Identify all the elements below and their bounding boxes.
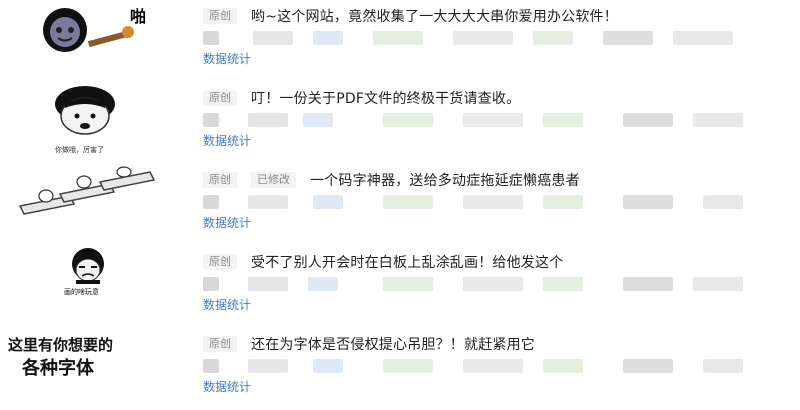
typing-keyboards-icon [18,166,156,215]
blurred-article-info [203,31,763,45]
stats-link[interactable]: 数据统计 [203,296,251,313]
original-tag: 原创 [203,336,237,352]
article-row[interactable]: 画的啥玩意 原创 受不了别人开会时在白板上乱涂乱画！给他发这个 数据统计 [0,246,800,328]
original-tag: 原创 [203,172,237,188]
blurred-article-info [203,195,763,209]
thumb-caption: 啪 [130,7,146,26]
article-list: 啪 原创 哟~这个网站，竟然收集了一大大大大串你爱用办公软件！ 数据统计 你做哦… [0,0,800,400]
blurred-article-info [203,113,763,127]
thumb-caption-line2: 各种字体 [21,357,95,379]
article-title-link[interactable]: 一个码字神器，送给多动症拖延症懒癌患者 [310,170,580,190]
article-thumbnail[interactable] [0,164,190,246]
blurred-article-info [203,359,763,373]
bowl-cut-face-icon: 你做哦，厉害了 [55,86,115,154]
thumb-caption: 你做哦，厉害了 [55,145,104,154]
stats-link[interactable]: 数据统计 [203,132,251,149]
article-title-link[interactable]: 哟~这个网站，竟然收集了一大大大大串你爱用办公软件！ [251,6,618,26]
original-tag: 原创 [203,254,237,270]
stats-link[interactable]: 数据统计 [203,378,251,395]
article-row[interactable]: 原创 已修改 一个码字神器，送给多动症拖延症懒癌患者 数据统计 [0,164,800,246]
article-row[interactable]: 这里有你想要的 各种字体 原创 还在为字体是否侵权提心吊胆？！就赶紧用它 数据统… [0,328,800,400]
stats-link[interactable]: 数据统计 [203,50,251,67]
crying-face-icon: 画的啥玩意 [64,248,104,296]
modified-tag: 已修改 [251,172,296,188]
thumb-caption: 画的啥玩意 [64,287,99,296]
article-thumbnail[interactable]: 你做哦，厉害了 [0,82,190,164]
article-title-link[interactable]: 还在为字体是否侵权提心吊胆？！就赶紧用它 [251,334,535,354]
article-thumbnail[interactable]: 啪 [0,0,190,82]
original-tag: 原创 [203,90,237,106]
article-thumbnail[interactable]: 这里有你想要的 各种字体 [0,328,190,400]
article-row[interactable]: 你做哦，厉害了 原创 叮！一份关于PDF文件的终极干货请查收。 数据统计 [0,82,800,164]
article-title-link[interactable]: 受不了别人开会时在白板上乱涂乱画！给他发这个 [251,252,563,272]
article-title-link[interactable]: 叮！一份关于PDF文件的终极干货请查收。 [251,88,520,108]
original-tag: 原创 [203,8,237,24]
panda-meme-icon: 啪 [43,7,155,54]
handwritten-text-icon: 这里有你想要的 各种字体 [8,336,113,379]
thumb-caption-line1: 这里有你想要的 [8,336,113,354]
article-row[interactable]: 啪 原创 哟~这个网站，竟然收集了一大大大大串你爱用办公软件！ 数据统计 [0,0,800,82]
article-thumbnail[interactable]: 画的啥玩意 [0,246,190,328]
blurred-article-info [203,277,763,291]
stats-link[interactable]: 数据统计 [203,214,251,231]
